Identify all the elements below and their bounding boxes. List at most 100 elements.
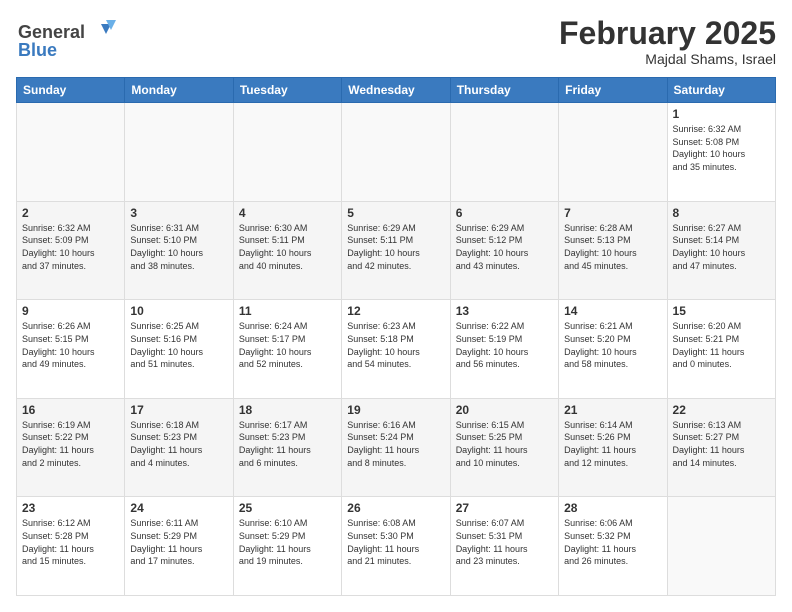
table-row: 19 Sunrise: 6:16 AM Sunset: 5:24 PM Dayli…	[342, 398, 450, 497]
calendar-week-row: 9 Sunrise: 6:26 AM Sunset: 5:15 PM Daylig…	[17, 300, 776, 399]
day-number: 13	[456, 304, 553, 318]
table-row: 16 Sunrise: 6:19 AM Sunset: 5:22 PM Dayli…	[17, 398, 125, 497]
table-row: 20 Sunrise: 6:15 AM Sunset: 5:25 PM Dayli…	[450, 398, 558, 497]
day-number: 14	[564, 304, 661, 318]
svg-text:General: General	[18, 22, 85, 42]
day-info: Sunrise: 6:13 AM Sunset: 5:27 PM Dayligh…	[673, 419, 770, 469]
day-info: Sunrise: 6:28 AM Sunset: 5:13 PM Dayligh…	[564, 222, 661, 272]
day-number: 19	[347, 403, 444, 417]
table-row: 25 Sunrise: 6:10 AM Sunset: 5:29 PM Dayli…	[233, 497, 341, 596]
day-number: 12	[347, 304, 444, 318]
table-row: 2 Sunrise: 6:32 AM Sunset: 5:09 PM Daylig…	[17, 201, 125, 300]
day-info: Sunrise: 6:07 AM Sunset: 5:31 PM Dayligh…	[456, 517, 553, 567]
logo-text: General Blue	[16, 16, 126, 65]
day-info: Sunrise: 6:23 AM Sunset: 5:18 PM Dayligh…	[347, 320, 444, 370]
day-info: Sunrise: 6:30 AM Sunset: 5:11 PM Dayligh…	[239, 222, 336, 272]
table-row: 28Sunrise: 6:06 AM Sunset: 5:32 PM Dayli…	[559, 497, 667, 596]
day-info: Sunrise: 6:06 AM Sunset: 5:32 PM Dayligh…	[564, 517, 661, 567]
table-row	[233, 103, 341, 202]
calendar-week-row: 2 Sunrise: 6:32 AM Sunset: 5:09 PM Daylig…	[17, 201, 776, 300]
day-info: Sunrise: 6:19 AM Sunset: 5:22 PM Dayligh…	[22, 419, 119, 469]
table-row: 22 Sunrise: 6:13 AM Sunset: 5:27 PM Dayli…	[667, 398, 775, 497]
table-row: 5 Sunrise: 6:29 AM Sunset: 5:11 PM Daylig…	[342, 201, 450, 300]
day-number: 27	[456, 501, 553, 515]
day-number: 5	[347, 206, 444, 220]
day-info: Sunrise: 6:20 AM Sunset: 5:21 PM Dayligh…	[673, 320, 770, 370]
day-number: 2	[22, 206, 119, 220]
day-number: 15	[673, 304, 770, 318]
location-subtitle: Majdal Shams, Israel	[559, 51, 776, 67]
day-number: 7	[564, 206, 661, 220]
header-saturday: Saturday	[667, 78, 775, 103]
day-number: 1	[673, 107, 770, 121]
day-info: Sunrise: 6:12 AM Sunset: 5:28 PM Dayligh…	[22, 517, 119, 567]
day-info: Sunrise: 6:29 AM Sunset: 5:12 PM Dayligh…	[456, 222, 553, 272]
day-info: Sunrise: 6:11 AM Sunset: 5:29 PM Dayligh…	[130, 517, 227, 567]
day-number: 16	[22, 403, 119, 417]
day-number: 10	[130, 304, 227, 318]
day-info: Sunrise: 6:32 AM Sunset: 5:09 PM Dayligh…	[22, 222, 119, 272]
table-row: 23 Sunrise: 6:12 AM Sunset: 5:28 PM Dayli…	[17, 497, 125, 596]
day-number: 26	[347, 501, 444, 515]
header-tuesday: Tuesday	[233, 78, 341, 103]
table-row: 9 Sunrise: 6:26 AM Sunset: 5:15 PM Daylig…	[17, 300, 125, 399]
table-row: 26Sunrise: 6:08 AM Sunset: 5:30 PM Dayli…	[342, 497, 450, 596]
table-row: 14 Sunrise: 6:21 AM Sunset: 5:20 PM Dayli…	[559, 300, 667, 399]
table-row	[450, 103, 558, 202]
day-number: 6	[456, 206, 553, 220]
day-number: 17	[130, 403, 227, 417]
day-info: Sunrise: 6:17 AM Sunset: 5:23 PM Dayligh…	[239, 419, 336, 469]
table-row: 7 Sunrise: 6:28 AM Sunset: 5:13 PM Daylig…	[559, 201, 667, 300]
day-info: Sunrise: 6:14 AM Sunset: 5:26 PM Dayligh…	[564, 419, 661, 469]
day-number: 22	[673, 403, 770, 417]
table-row: 4 Sunrise: 6:30 AM Sunset: 5:11 PM Daylig…	[233, 201, 341, 300]
header-friday: Friday	[559, 78, 667, 103]
table-row	[17, 103, 125, 202]
day-info: Sunrise: 6:31 AM Sunset: 5:10 PM Dayligh…	[130, 222, 227, 272]
header-sunday: Sunday	[17, 78, 125, 103]
day-info: Sunrise: 6:24 AM Sunset: 5:17 PM Dayligh…	[239, 320, 336, 370]
title-block: February 2025 Majdal Shams, Israel	[559, 16, 776, 67]
table-row: 27 Sunrise: 6:07 AM Sunset: 5:31 PM Dayli…	[450, 497, 558, 596]
day-info: Sunrise: 6:27 AM Sunset: 5:14 PM Dayligh…	[673, 222, 770, 272]
day-info: Sunrise: 6:25 AM Sunset: 5:16 PM Dayligh…	[130, 320, 227, 370]
table-row: 11 Sunrise: 6:24 AM Sunset: 5:17 PM Dayli…	[233, 300, 341, 399]
day-info: Sunrise: 6:29 AM Sunset: 5:11 PM Dayligh…	[347, 222, 444, 272]
day-info: Sunrise: 6:15 AM Sunset: 5:25 PM Dayligh…	[456, 419, 553, 469]
table-row: 21Sunrise: 6:14 AM Sunset: 5:26 PM Dayli…	[559, 398, 667, 497]
day-number: 24	[130, 501, 227, 515]
day-number: 11	[239, 304, 336, 318]
svg-text:Blue: Blue	[18, 40, 57, 60]
day-info: Sunrise: 6:21 AM Sunset: 5:20 PM Dayligh…	[564, 320, 661, 370]
table-row: 18Sunrise: 6:17 AM Sunset: 5:23 PM Dayli…	[233, 398, 341, 497]
day-info: Sunrise: 6:22 AM Sunset: 5:19 PM Dayligh…	[456, 320, 553, 370]
day-number: 20	[456, 403, 553, 417]
day-info: Sunrise: 6:18 AM Sunset: 5:23 PM Dayligh…	[130, 419, 227, 469]
header-thursday: Thursday	[450, 78, 558, 103]
day-number: 4	[239, 206, 336, 220]
page: General Blue February 2025 Majdal Shams,…	[0, 0, 792, 612]
table-row: 17 Sunrise: 6:18 AM Sunset: 5:23 PM Dayli…	[125, 398, 233, 497]
day-number: 3	[130, 206, 227, 220]
table-row: 1 Sunrise: 6:32 AM Sunset: 5:08 PM Daylig…	[667, 103, 775, 202]
logo: General Blue	[16, 16, 126, 65]
day-info: Sunrise: 6:32 AM Sunset: 5:08 PM Dayligh…	[673, 123, 770, 173]
month-title: February 2025	[559, 16, 776, 51]
day-info: Sunrise: 6:10 AM Sunset: 5:29 PM Dayligh…	[239, 517, 336, 567]
table-row: 8Sunrise: 6:27 AM Sunset: 5:14 PM Daylig…	[667, 201, 775, 300]
day-number: 23	[22, 501, 119, 515]
calendar-week-row: 23 Sunrise: 6:12 AM Sunset: 5:28 PM Dayli…	[17, 497, 776, 596]
table-row: 10 Sunrise: 6:25 AM Sunset: 5:16 PM Dayli…	[125, 300, 233, 399]
table-row: 24 Sunrise: 6:11 AM Sunset: 5:29 PM Dayli…	[125, 497, 233, 596]
table-row: 6 Sunrise: 6:29 AM Sunset: 5:12 PM Daylig…	[450, 201, 558, 300]
day-number: 9	[22, 304, 119, 318]
day-info: Sunrise: 6:26 AM Sunset: 5:15 PM Dayligh…	[22, 320, 119, 370]
calendar-table: Sunday Monday Tuesday Wednesday Thursday…	[16, 77, 776, 596]
header-monday: Monday	[125, 78, 233, 103]
day-number: 25	[239, 501, 336, 515]
calendar-week-row: 1 Sunrise: 6:32 AM Sunset: 5:08 PM Daylig…	[17, 103, 776, 202]
day-info: Sunrise: 6:16 AM Sunset: 5:24 PM Dayligh…	[347, 419, 444, 469]
table-row	[342, 103, 450, 202]
table-row: 12 Sunrise: 6:23 AM Sunset: 5:18 PM Dayli…	[342, 300, 450, 399]
header: General Blue February 2025 Majdal Shams,…	[16, 16, 776, 67]
